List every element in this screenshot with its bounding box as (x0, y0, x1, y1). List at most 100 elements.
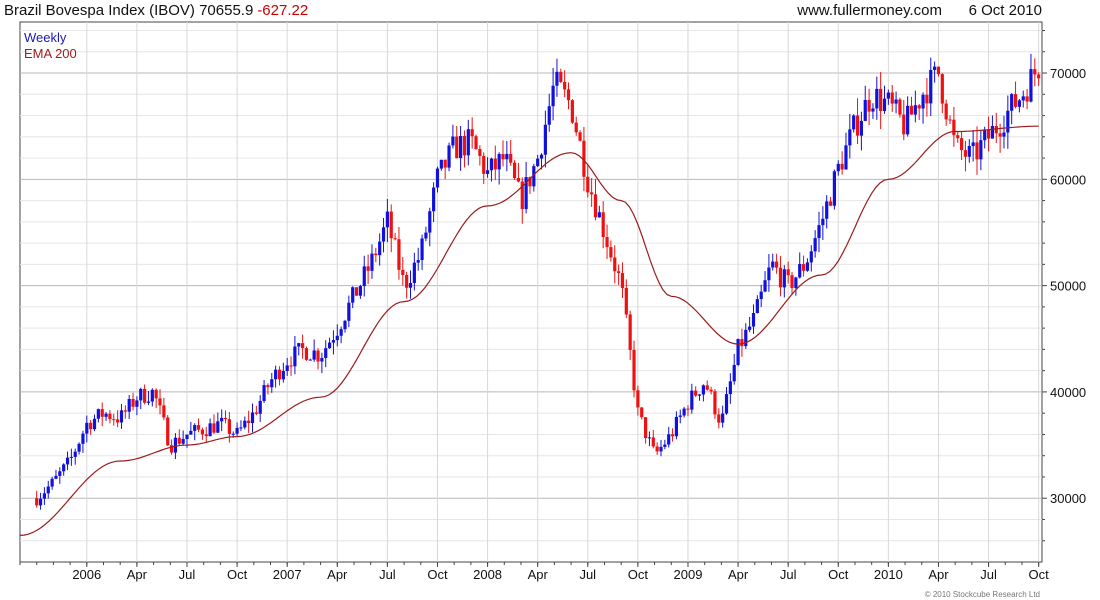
candle-body (455, 136, 459, 159)
candle-body (759, 291, 763, 300)
candle-body (459, 136, 463, 159)
candle-body (809, 251, 813, 263)
candle-body (763, 280, 767, 292)
candle-body (832, 171, 837, 206)
candle-body (127, 398, 131, 412)
candle-body (196, 425, 201, 430)
candle-body (821, 218, 825, 226)
candle-body (744, 329, 748, 347)
candle-body (840, 163, 844, 170)
x-tick-label: Apr (728, 567, 749, 582)
candle-body (73, 451, 77, 457)
candle-body (694, 390, 698, 396)
candle-body (327, 342, 332, 349)
candle-body (289, 365, 293, 367)
x-tick-label: Apr (127, 567, 148, 582)
candle-body (844, 145, 848, 170)
candle-body (848, 129, 852, 146)
candle-body (601, 212, 605, 238)
candle-body (304, 348, 309, 360)
candle-body (539, 154, 544, 159)
candle-body (447, 145, 451, 168)
candle-body (682, 408, 686, 416)
candle-body (967, 145, 971, 157)
candle-body (705, 385, 709, 390)
candle-body (131, 398, 135, 407)
x-tick-label: Jul (980, 567, 997, 582)
candle-body (867, 99, 871, 112)
candle-body (516, 177, 521, 182)
candle-body (489, 158, 494, 171)
candle-body (632, 349, 636, 391)
candle-body (362, 266, 366, 287)
candle-body (347, 302, 351, 321)
x-tick-label: 2008 (473, 567, 502, 582)
candle-body (331, 340, 336, 343)
candle-body (470, 129, 474, 137)
candle-body (397, 239, 401, 270)
candle-body (420, 238, 424, 261)
candle-body (416, 260, 420, 263)
candle-body (975, 142, 979, 160)
candle-body (578, 132, 582, 141)
candle-body (678, 415, 682, 417)
candle-body (690, 390, 694, 410)
candle-body (143, 388, 147, 403)
x-tick-label: Jul (780, 567, 797, 582)
candle-body (85, 422, 89, 434)
y-tick-label: 50000 (1050, 279, 1086, 294)
candle-body (536, 158, 540, 167)
candle-body (435, 168, 440, 188)
candle-body (281, 370, 285, 380)
y-tick-label: 60000 (1050, 172, 1086, 187)
candle-body (389, 211, 393, 239)
candle-body (69, 456, 73, 458)
candle-body (547, 106, 551, 125)
candle-body (116, 419, 120, 423)
candle-body (250, 412, 255, 424)
candle-body (670, 434, 675, 437)
candle-body (913, 105, 917, 115)
candle-body (909, 105, 914, 115)
candle-body (890, 92, 894, 104)
candle-body (46, 486, 50, 494)
legend-frequency: Weekly (24, 30, 67, 45)
candle-body (921, 94, 925, 109)
y-tick-label: 30000 (1050, 491, 1086, 506)
candle-body (590, 192, 594, 195)
candle-body (1033, 69, 1037, 75)
candle-body (343, 320, 347, 330)
candle-body (262, 385, 266, 401)
candle-body (740, 339, 744, 347)
candle-body (200, 429, 205, 435)
candle-body (166, 417, 170, 446)
candle-body (990, 126, 995, 139)
candle-body (339, 329, 343, 336)
candle-body (154, 389, 158, 399)
candle-body (570, 100, 574, 123)
candle-body (354, 287, 359, 296)
x-tick-label: Jul (579, 567, 596, 582)
candle-body (378, 241, 382, 256)
candle-body (624, 287, 628, 315)
candle-body (713, 391, 717, 415)
candle-body (817, 225, 821, 239)
candle-body (497, 154, 501, 170)
candle-body (374, 253, 378, 256)
candle-body (767, 267, 771, 281)
candle-body (863, 99, 867, 121)
candle-body (135, 400, 139, 407)
candle-body (239, 427, 243, 429)
candle-body (894, 99, 898, 104)
candle-body (651, 437, 655, 447)
candle-body (559, 71, 563, 82)
candle-body (986, 129, 991, 139)
candle-body (146, 401, 151, 403)
candle-body (828, 201, 833, 206)
candle-body (794, 277, 798, 288)
candle-body (320, 358, 324, 362)
candle-body (308, 359, 312, 361)
candle-body (358, 286, 363, 296)
candle-body (1029, 69, 1033, 102)
candle-body (212, 423, 216, 433)
